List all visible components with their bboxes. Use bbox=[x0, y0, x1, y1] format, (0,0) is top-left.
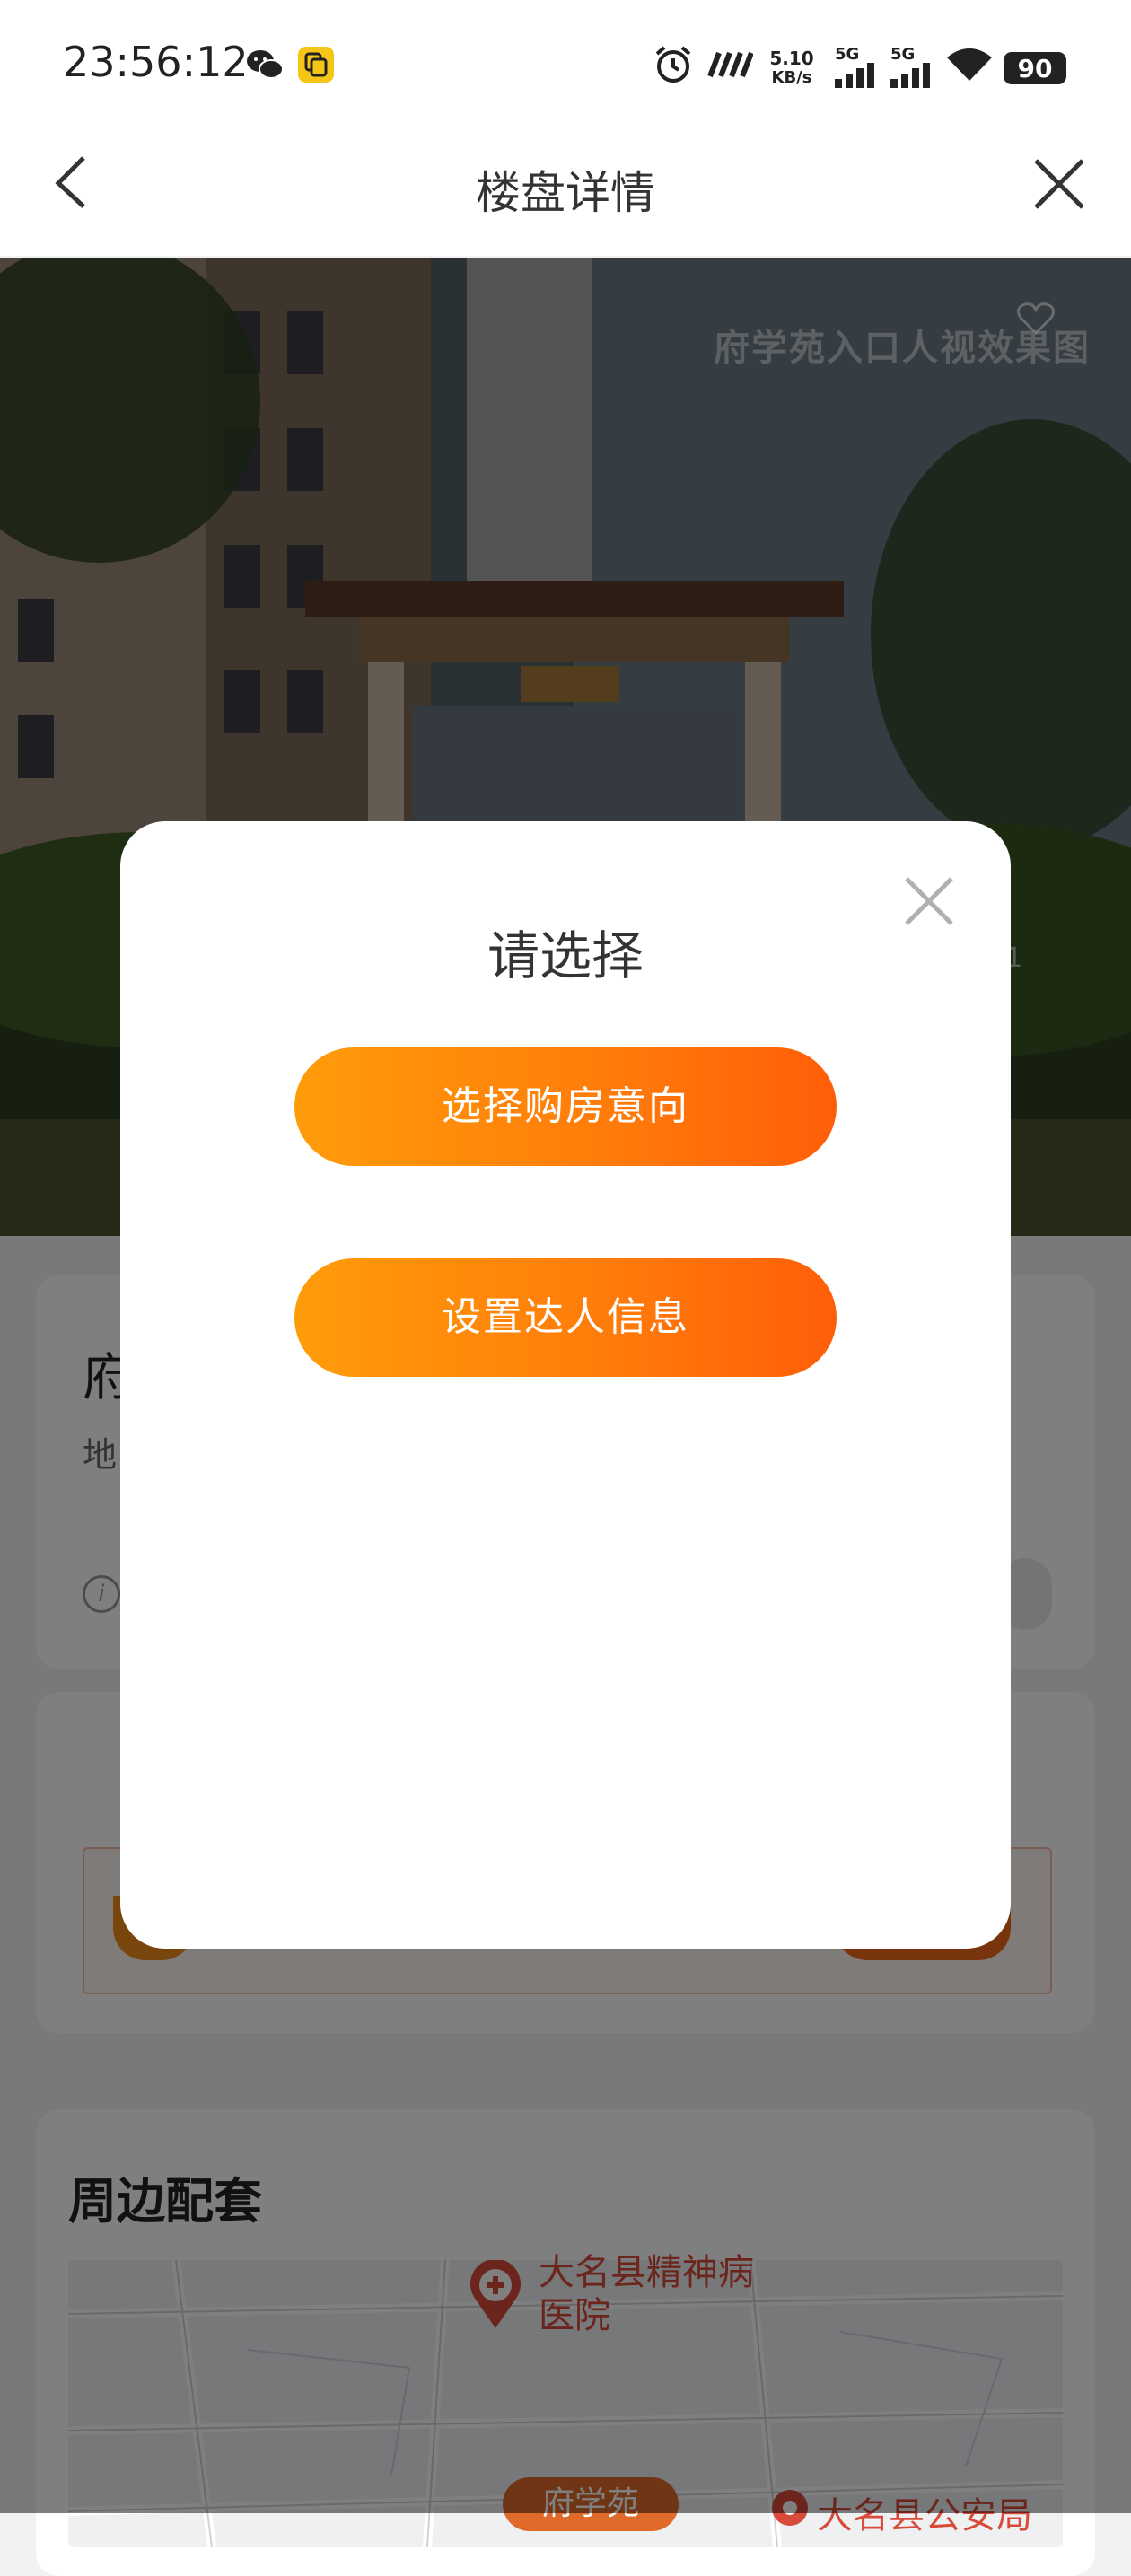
net-speed: 5.10 KB/s bbox=[769, 48, 814, 87]
dialog-title: 请选择 bbox=[487, 925, 644, 986]
page-title: 楼盘详情 bbox=[476, 167, 655, 219]
battery-icon: 90 bbox=[1004, 52, 1066, 84]
app-notification-icon bbox=[296, 47, 336, 83]
wifi-icon bbox=[944, 47, 995, 83]
signal-icon-2: 5G bbox=[887, 45, 935, 90]
choose-dialog bbox=[120, 821, 1011, 1949]
set-expert-info-button[interactable]: 设置达人信息 bbox=[294, 1258, 837, 1377]
wechat-icon bbox=[244, 47, 285, 83]
signal-icon: 5G bbox=[831, 45, 880, 90]
nfc-icon bbox=[706, 47, 754, 83]
alarm-icon bbox=[652, 46, 695, 83]
close-icon[interactable] bbox=[1032, 157, 1086, 211]
status-time: 23:56:12 bbox=[63, 38, 249, 86]
select-purchase-intent-button[interactable]: 选择购房意向 bbox=[294, 1047, 837, 1166]
